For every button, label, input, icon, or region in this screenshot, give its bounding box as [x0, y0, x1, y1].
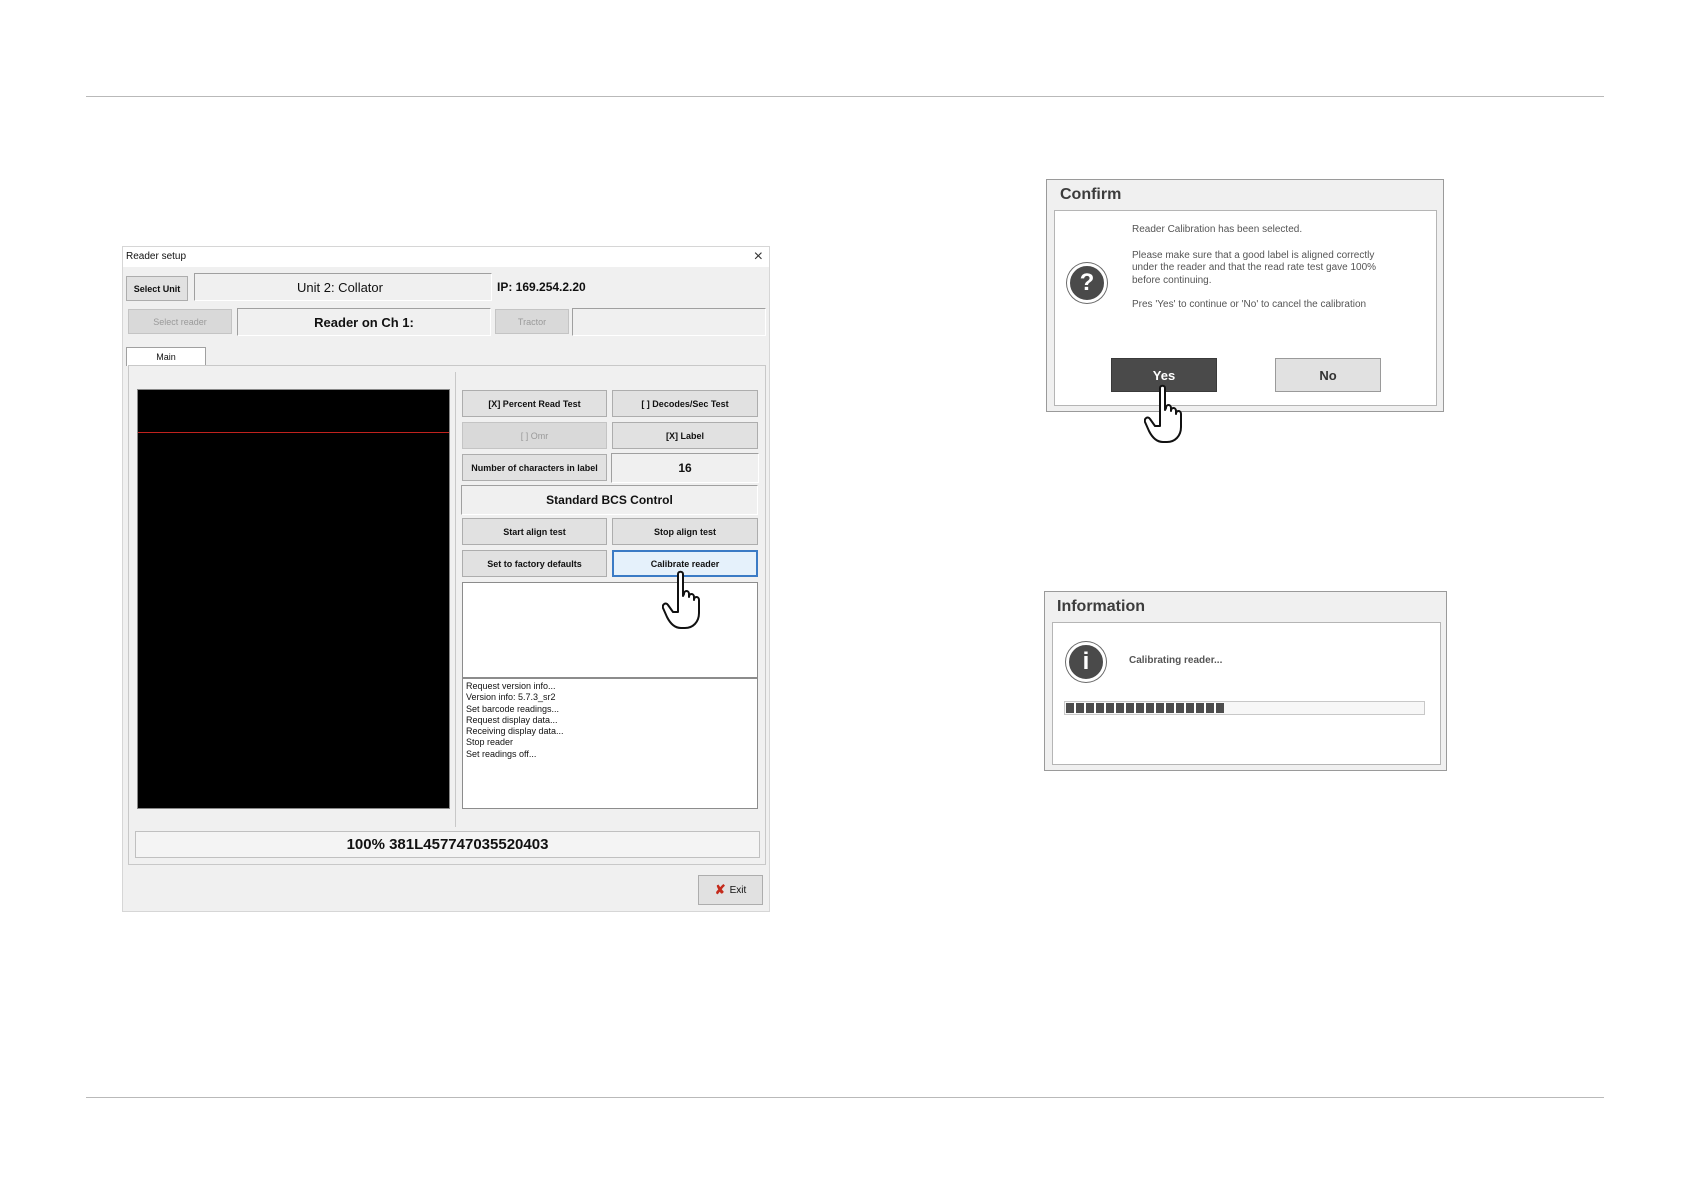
confirm-line-2b: under the reader and that the read rate …	[1132, 262, 1377, 273]
select-reader-button[interactable]: Select reader	[128, 309, 232, 334]
confirm-line-2a: Please make sure that a good label is al…	[1132, 249, 1375, 261]
log-line: Request version info...	[466, 681, 556, 691]
decodes-sec-test-button[interactable]: [ ] Decodes/Sec Test	[612, 390, 758, 417]
num-chars-button[interactable]: Number of characters in label	[462, 454, 607, 481]
confirm-message: Reader Calibration has been selected. Pl…	[1132, 224, 1376, 312]
log-line: Set readings off...	[466, 748, 537, 759]
control-title-field: Standard BCS Control	[461, 485, 758, 515]
log-line: Set barcode readings...	[466, 703, 560, 714]
reader-video-display	[137, 389, 450, 809]
label-toggle-button[interactable]: [X] Label	[612, 422, 758, 449]
scan-line	[138, 432, 449, 433]
status-line: 100% 381L457747035520403	[135, 831, 760, 858]
stop-align-test-button[interactable]: Stop align test	[612, 518, 758, 545]
percent-read-test-button[interactable]: [X] Percent Read Test	[462, 390, 607, 417]
start-align-test-button[interactable]: Start align test	[462, 518, 607, 545]
question-icon: ?	[1067, 263, 1107, 303]
confirm-title: Confirm	[1060, 186, 1122, 203]
num-chars-value[interactable]: 16	[611, 453, 759, 483]
exit-button[interactable]: ✘ Exit	[698, 875, 763, 905]
information-body	[1052, 622, 1441, 765]
panel-divider	[455, 372, 456, 827]
tractor-field	[572, 308, 766, 336]
top-rule	[86, 96, 1604, 97]
control-title: Standard BCS Control	[546, 493, 673, 507]
reader-channel-field: Reader on Ch 1:	[237, 308, 491, 336]
log-line: Stop reader	[466, 737, 514, 748]
tab-main[interactable]: Main	[126, 347, 206, 366]
exit-x-icon: ✘	[714, 882, 726, 897]
log-area[interactable]: Request version info... Version info: 5.…	[462, 678, 758, 809]
log-line: Version info: 5.7.3_sr2	[466, 692, 556, 703]
unit-name-field: Unit 2: Collator	[194, 273, 492, 301]
select-unit-button[interactable]: Select Unit	[126, 276, 188, 301]
title-bar: Reader setup ×	[123, 247, 769, 267]
exit-label: Exit	[729, 884, 747, 896]
omr-button[interactable]: [ ] Omr	[462, 422, 607, 449]
progress-fill	[1066, 703, 1224, 713]
unit-name: Unit 2: Collator	[297, 279, 383, 295]
ip-address: IP: 169.254.2.20	[497, 280, 586, 294]
num-chars-number: 16	[678, 461, 692, 475]
close-icon[interactable]: ×	[754, 247, 763, 267]
confirm-line-1: Reader Calibration has been selected.	[1132, 224, 1303, 235]
calibrating-message: Calibrating reader...	[1129, 655, 1223, 666]
confirm-line-2c: before continuing.	[1132, 274, 1212, 286]
log-line: Receiving display data...	[466, 726, 564, 737]
reader-channel: Reader on Ch 1:	[314, 314, 414, 330]
pointer-hand-icon	[1144, 384, 1182, 443]
bottom-rule	[86, 1097, 1604, 1098]
log-line: Request display data...	[466, 714, 558, 725]
confirm-line-3: Pres 'Yes' to continue or 'No' to cancel…	[1132, 299, 1367, 310]
window-title: Reader setup	[126, 251, 187, 262]
information-title: Information	[1057, 598, 1145, 615]
calibration-progress-bar	[1064, 701, 1425, 715]
tractor-button[interactable]: Tractor	[495, 309, 569, 334]
no-button[interactable]: No	[1275, 358, 1381, 392]
pointer-hand-icon	[662, 570, 700, 629]
factory-defaults-button[interactable]: Set to factory defaults	[462, 550, 607, 577]
info-icon: i	[1066, 642, 1106, 682]
information-dialog: Information	[1044, 591, 1447, 771]
